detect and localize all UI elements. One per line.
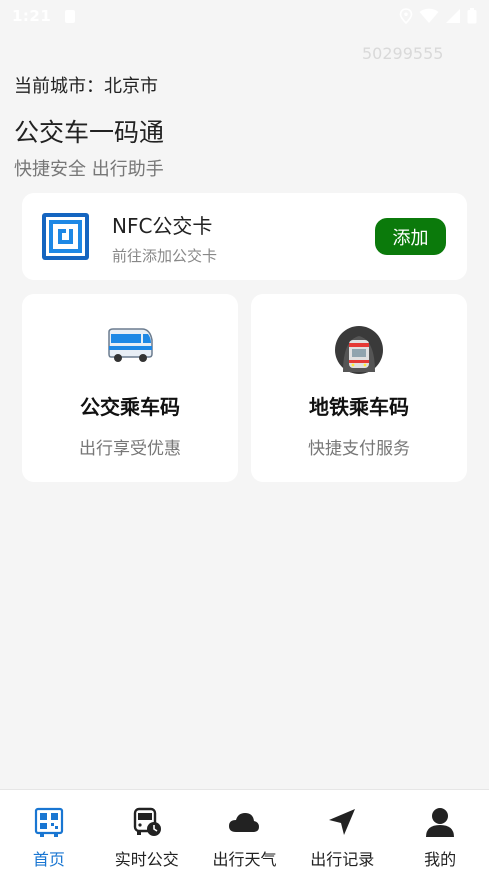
status-time: 1:21 [12,7,52,25]
navigation-arrow-icon [329,809,356,835]
add-card-button[interactable]: 添加 [375,218,446,255]
nav-trip-records-label: 出行记录 [310,850,375,869]
metro-pass-subtitle: 快捷支付服务 [308,439,410,459]
metro-pass-tile[interactable]: 地铁乘车码 快捷支付服务 [251,294,467,482]
bus-pass-subtitle: 出行享受优惠 [79,439,181,459]
nav-realtime-bus-label: 实时公交 [114,850,179,869]
sim-card-icon [65,9,76,23]
page-title: 公交车一码通 [14,118,165,147]
bottom-nav: 首页 实时公交 出行天气 出行记录 我的 [0,789,489,871]
nav-trip-records[interactable]: 出行记录 [293,790,391,871]
nav-mine-label: 我的 [424,850,457,869]
location-icon [399,8,413,24]
nfc-card-title: NFC公交卡 [112,214,213,238]
wifi-icon [419,8,439,23]
metro-icon [335,326,383,374]
battery-icon [467,8,477,24]
signal-icon [446,9,460,23]
metro-pass-title: 地铁乘车码 [309,395,409,419]
bus-icon [108,328,153,362]
watermark-number: 50299555 [362,44,444,63]
nav-mine[interactable]: 我的 [391,790,489,871]
nfc-card-icon [42,213,89,260]
status-icons [399,8,477,24]
nav-realtime-bus[interactable]: 实时公交 [98,790,196,871]
bus-pass-tile[interactable]: 公交乘车码 出行享受优惠 [22,294,238,482]
user-icon [426,808,455,837]
nav-home-label: 首页 [32,850,65,869]
bus-pass-title: 公交乘车码 [80,395,180,419]
realtime-bus-icon [133,807,161,836]
home-qr-icon [34,807,63,837]
nav-home[interactable]: 首页 [0,790,98,871]
nfc-card-panel[interactable]: NFC公交卡 前往添加公交卡 添加 [22,193,467,280]
cloud-icon [229,813,260,832]
nfc-card-hint: 前往添加公交卡 [112,247,218,265]
page-subtitle: 快捷安全 出行助手 [14,159,164,180]
nav-weather-label: 出行天气 [212,850,277,869]
current-city: 当前城市：北京市 [14,76,158,97]
status-bar: 1:21 [0,0,489,32]
nav-weather[interactable]: 出行天气 [196,790,294,871]
